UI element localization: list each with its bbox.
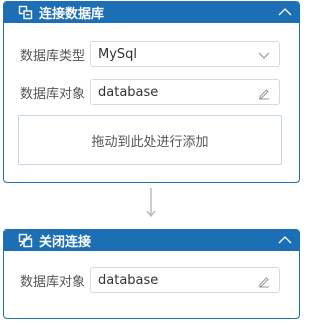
- database-connect-icon: [18, 5, 33, 20]
- db-object-label: 数据库对象: [20, 274, 86, 290]
- chevron-up-icon[interactable]: [277, 233, 293, 247]
- db-object-row: 数据库对象 database: [4, 266, 299, 294]
- connect-database-header[interactable]: 连接数据库: [4, 2, 299, 23]
- pencil-icon[interactable]: [257, 86, 271, 100]
- db-object-field[interactable]: database: [90, 267, 280, 293]
- database-disconnect-icon: [18, 233, 33, 248]
- db-object-row: 数据库对象 database: [4, 78, 299, 106]
- drop-zone[interactable]: 拖动到此处进行添加: [18, 115, 282, 165]
- pencil-icon[interactable]: [257, 274, 271, 288]
- arrow-down-connector: [146, 188, 156, 218]
- close-connection-header[interactable]: 关闭连接: [4, 230, 299, 251]
- db-type-value: MySql: [98, 46, 138, 62]
- db-object-value: database: [98, 272, 159, 288]
- chevron-down-icon[interactable]: [257, 48, 271, 62]
- card-title: 关闭连接: [39, 235, 92, 250]
- db-object-value: database: [98, 84, 159, 100]
- connect-database-card[interactable]: 连接数据库 数据库类型 MySql 数据库对象 database 拖动到此处进行…: [3, 1, 300, 183]
- db-object-label: 数据库对象: [20, 86, 86, 102]
- drop-zone-text: 拖动到此处进行添加: [91, 134, 209, 150]
- db-type-label: 数据库类型: [20, 48, 86, 64]
- chevron-up-icon[interactable]: [277, 5, 293, 19]
- close-connection-card[interactable]: 关闭连接 数据库对象 database: [3, 229, 300, 319]
- db-type-row: 数据库类型 MySql: [4, 40, 299, 68]
- db-object-field[interactable]: database: [90, 79, 280, 105]
- db-type-select[interactable]: MySql: [90, 41, 280, 67]
- card-title: 连接数据库: [39, 7, 105, 22]
